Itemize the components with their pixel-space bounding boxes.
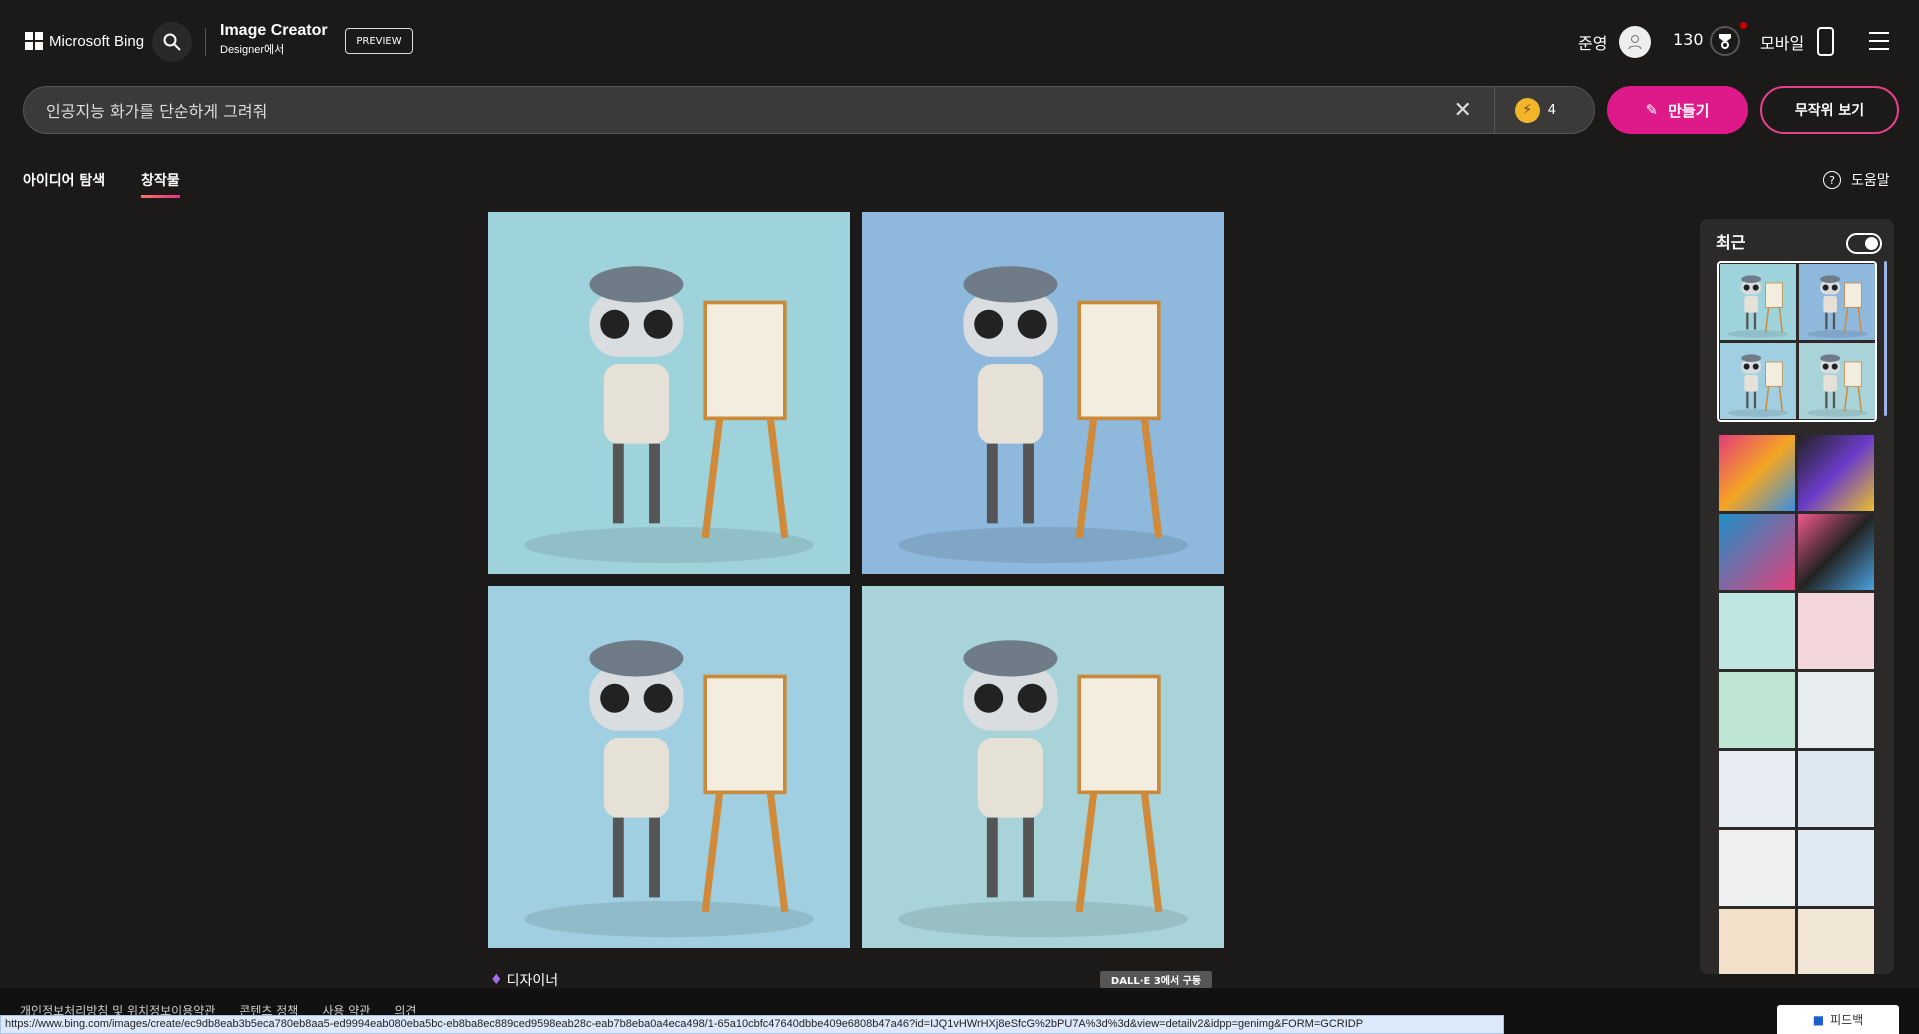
microsoft-bing-logo[interactable]: Microsoft Bing (25, 32, 144, 50)
help-icon: ? (1823, 171, 1841, 189)
recent-toggle[interactable] (1846, 233, 1882, 254)
recent-group-2[interactable] (1717, 433, 1877, 592)
mobile-link[interactable]: 모바일 (1760, 30, 1804, 54)
create-label: 만들기 (1668, 101, 1710, 120)
avatar[interactable] (1619, 26, 1651, 58)
search-icon (163, 33, 181, 51)
feedback-label: 피드백 (1830, 1013, 1864, 1027)
generated-image-1[interactable] (488, 212, 850, 574)
app-subtitle: Designer에서 (220, 44, 285, 56)
recent-thumbnail[interactable] (1719, 672, 1795, 748)
recent-thumbnail[interactable] (1719, 751, 1795, 827)
recent-group-5[interactable] (1717, 907, 1877, 974)
brush-sparkle-icon: ✎ (1645, 101, 1659, 119)
help-label: 도움말 (1851, 173, 1890, 189)
preview-badge: PREVIEW (345, 28, 413, 54)
generated-image-4[interactable] (862, 586, 1224, 948)
rewards-medal-icon[interactable] (1710, 26, 1740, 56)
recent-thumbnail[interactable] (1798, 830, 1874, 906)
recent-thumbnail[interactable] (1799, 343, 1875, 419)
menu-icon[interactable] (1869, 32, 1889, 56)
rewards-points[interactable]: 130 (1673, 30, 1704, 49)
app-title-text: Image Creator (220, 22, 328, 39)
app-title[interactable]: Image Creator Designer에서 (220, 22, 328, 58)
recent-thumbnail[interactable] (1720, 343, 1796, 419)
boost-coin-icon: ⚡ (1514, 97, 1540, 123)
recent-group-4[interactable] (1717, 749, 1877, 908)
recent-thumbnail[interactable] (1798, 435, 1874, 511)
recent-thumbnail[interactable] (1719, 593, 1795, 669)
divider (205, 28, 206, 56)
recent-thumbnail[interactable] (1719, 909, 1795, 974)
recent-thumbnail[interactable] (1798, 672, 1874, 748)
recent-thumbnail[interactable] (1719, 514, 1795, 590)
user-name[interactable]: 준영 (1578, 30, 1607, 54)
recent-thumbnail[interactable] (1798, 909, 1874, 974)
surprise-me-button[interactable]: 무작위 보기 (1760, 86, 1899, 134)
recent-group-3[interactable] (1717, 591, 1877, 750)
create-button[interactable]: ✎ 만들기 (1607, 86, 1748, 134)
designer-link[interactable]: ♦ 디자이너 (490, 970, 558, 990)
recent-thumbnail[interactable] (1799, 264, 1875, 340)
prompt-input[interactable] (24, 100, 1448, 120)
feedback-button[interactable]: ■ 피드백 (1777, 1005, 1899, 1034)
recent-sidebar: 최근 (1700, 219, 1894, 974)
user-icon (1628, 35, 1642, 50)
prompt-bar: ✕ ⚡ 4 (23, 86, 1595, 134)
recent-title: 최근 (1716, 233, 1746, 252)
generated-image-2[interactable] (862, 212, 1224, 574)
brand-text: Microsoft Bing (49, 32, 145, 50)
tab-creations[interactable]: 창작물 (141, 170, 180, 198)
designer-label: 디자이너 (506, 973, 559, 989)
clear-icon[interactable]: ✕ (1448, 98, 1478, 123)
sidebar-scrollbar[interactable] (1884, 261, 1887, 416)
designer-icon: ♦ (490, 972, 503, 988)
help-link[interactable]: ? 도움말 (1823, 170, 1890, 190)
search-button[interactable] (152, 22, 192, 62)
recent-thumbnail[interactable] (1798, 514, 1874, 590)
status-bar-url: https://www.bing.com/images/create/ec9db… (0, 1015, 1504, 1034)
recent-thumbnail[interactable] (1798, 593, 1874, 669)
dalle-badge: DALL·E 3에서 구동 (1100, 971, 1212, 988)
tab-explore-ideas[interactable]: 아이디어 탐색 (23, 170, 105, 190)
recent-group-1[interactable] (1717, 261, 1877, 422)
recent-thumbnail[interactable] (1719, 830, 1795, 906)
recent-thumbnail[interactable] (1798, 751, 1874, 827)
generated-image-3[interactable] (488, 586, 850, 948)
notification-dot (1740, 22, 1747, 29)
recent-thumbnail[interactable] (1719, 435, 1795, 511)
phone-icon[interactable] (1817, 27, 1834, 56)
recent-thumbnail[interactable] (1720, 264, 1796, 340)
windows-logo-icon (25, 32, 43, 50)
divider (1493, 87, 1495, 133)
chat-icon: ■ (1812, 1012, 1825, 1027)
boost-count: 4 (1547, 102, 1556, 118)
